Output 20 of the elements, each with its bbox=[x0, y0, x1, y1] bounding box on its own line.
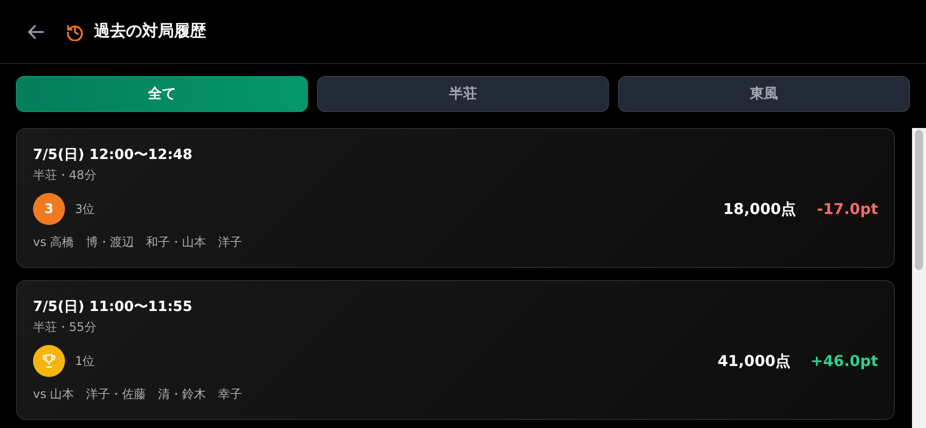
rank-label: 3位 bbox=[75, 200, 96, 218]
filter-tab[interactable]: 東風 bbox=[618, 76, 910, 112]
point-change: -17.0pt bbox=[816, 200, 878, 218]
game-time: 7/5(日) 11:00〜11:55 bbox=[33, 298, 194, 316]
final-score: 18,000点 bbox=[723, 200, 796, 218]
filter-tab[interactable]: 全て bbox=[16, 76, 308, 112]
rank-badge: 3 bbox=[33, 193, 65, 225]
point-change: +46.0pt bbox=[810, 352, 878, 370]
page-title: 過去の対局履歴 bbox=[94, 21, 206, 42]
game-time: 7/5(日) 12:00〜12:48 bbox=[33, 146, 194, 164]
filter-tab[interactable]: 半荘 bbox=[317, 76, 609, 112]
rank-label: 1位 bbox=[75, 352, 96, 370]
opponents-text: vs 山本 洋子・佐藤 清・鈴木 幸子 bbox=[33, 386, 244, 403]
opponents-text: vs 高橋 博・渡辺 和子・山本 洋子 bbox=[33, 234, 244, 251]
game-meta: 半荘・48分 bbox=[33, 167, 98, 184]
game-meta: 半荘・55分 bbox=[33, 319, 98, 336]
history-icon bbox=[66, 22, 84, 40]
game-card[interactable]: 7/5(日) 12:00〜12:48 半荘・48分 3 3位 18,000点 -17.0pt vs 高橋 博・渡辺 和子・山本 洋子 bbox=[16, 128, 895, 268]
game-card[interactable]: 7/5(日) 11:00〜11:55 半荘・55分 1位 41,000点 +46.0pt vs 山本 洋子・佐藤 清・鈴木 幸子 bbox=[16, 280, 895, 420]
final-score: 41,000点 bbox=[718, 352, 790, 370]
